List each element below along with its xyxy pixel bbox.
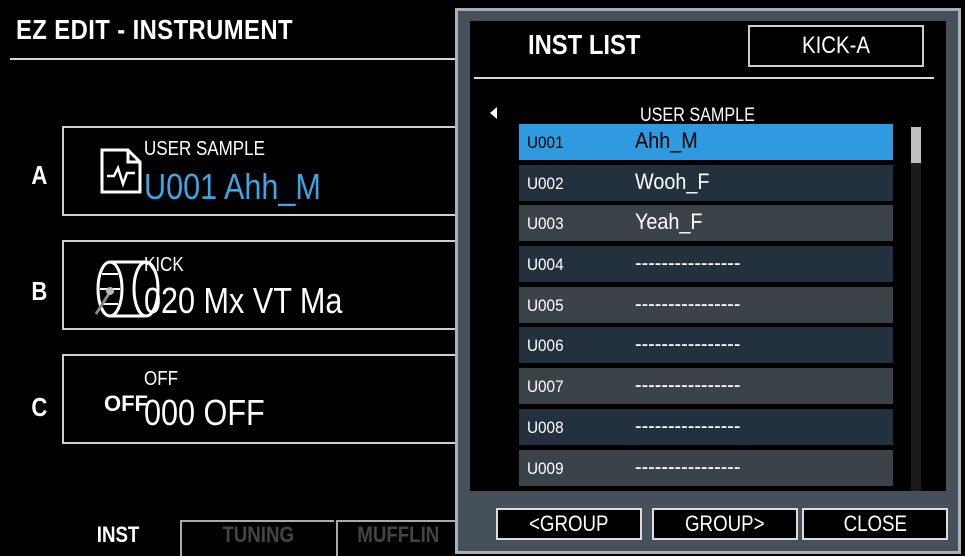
list-item-name: ---------------- [635, 372, 741, 398]
tab-inst[interactable]: INST [60, 522, 176, 556]
list-item-number: U006 [527, 336, 564, 356]
next-group-button[interactable]: GROUP> [652, 508, 798, 540]
list-item[interactable]: U005 ---------------- [519, 286, 893, 323]
instrument-list: U001 Ahh_M U002 Wooh_F U003 Yeah_F U004 … [519, 124, 893, 490]
list-item-number: U001 [527, 133, 564, 152]
popup-title: INST LIST [528, 29, 641, 60]
slot-a-name: U001 Ahh_M [144, 166, 321, 207]
slot-a-category: USER SAMPLE [144, 138, 265, 160]
list-item-name: ---------------- [635, 250, 741, 276]
slot-b-category: KICK [144, 254, 184, 276]
list-item-name: ---------------- [635, 331, 741, 357]
group-left-arrow-icon[interactable] [490, 107, 497, 119]
user-sample-waveform-icon [100, 148, 142, 194]
list-item-number: U003 [527, 214, 564, 234]
slot-c-name: 000 OFF [144, 392, 265, 433]
list-item-number: U002 [527, 173, 564, 193]
slot-c-letter: C [31, 392, 48, 422]
popup-divider [474, 77, 934, 79]
slot-c-category: OFF [144, 368, 178, 390]
list-item-name: ---------------- [635, 290, 741, 316]
close-button[interactable]: CLOSE [802, 508, 948, 540]
list-item-name: Ahh_M [635, 128, 698, 153]
list-item-name: ---------------- [635, 453, 741, 479]
list-item[interactable]: U001 Ahh_M [519, 124, 893, 160]
list-item-number: U005 [527, 295, 564, 315]
list-item[interactable]: U009 ---------------- [519, 449, 893, 486]
page-title: EZ EDIT - INSTRUMENT [16, 14, 293, 45]
pad-indicator: KICK-A [748, 25, 924, 67]
list-item[interactable]: U002 Wooh_F [519, 164, 893, 201]
slot-b-letter: B [31, 276, 48, 306]
list-item[interactable]: U004 ---------------- [519, 246, 893, 283]
list-item[interactable]: U008 ---------------- [519, 408, 893, 445]
prev-group-button[interactable]: <GROUP [496, 508, 642, 540]
list-item-number: U004 [527, 255, 564, 275]
inst-list-popup: INST LIST KICK-A USER SAMPLE U001 Ahh_M … [455, 8, 961, 554]
list-item-name: Wooh_F [635, 168, 710, 194]
list-item-number: U008 [527, 417, 564, 437]
tab-tuning[interactable]: TUNING [180, 520, 334, 556]
list-item-number: U009 [527, 458, 564, 478]
slot-a-letter: A [31, 160, 48, 190]
list-item[interactable]: U007 ---------------- [519, 368, 893, 405]
title-divider [10, 58, 456, 60]
tab-muffling[interactable]: MUFFLIN [336, 520, 458, 556]
list-item[interactable]: U006 ---------------- [519, 327, 893, 364]
off-icon: OFF [104, 391, 148, 416]
slot-b-name: 020 Mx VT Ma [144, 280, 343, 321]
list-scrollbar[interactable] [911, 127, 921, 491]
list-item-name: ---------------- [635, 412, 741, 438]
list-item-name: Yeah_F [635, 209, 703, 235]
list-item[interactable]: U003 Yeah_F [519, 205, 893, 242]
list-item-number: U007 [527, 377, 564, 397]
scrollbar-thumb[interactable] [911, 127, 921, 163]
